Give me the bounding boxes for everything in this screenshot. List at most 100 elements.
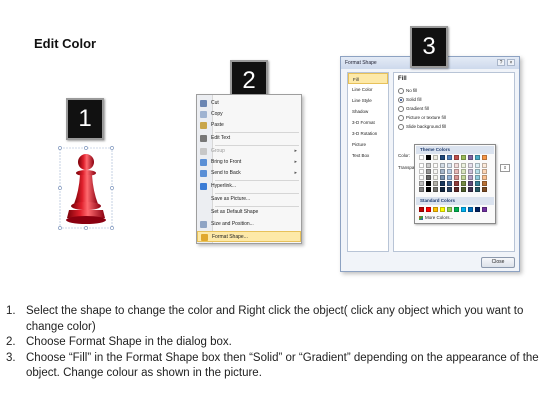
theme-color-swatch[interactable] (461, 181, 466, 186)
menu-item-cut[interactable]: Cut (197, 98, 301, 109)
close-x-button[interactable]: × (507, 59, 515, 66)
theme-color-swatch[interactable] (440, 187, 445, 192)
theme-color-swatch[interactable] (482, 181, 487, 186)
menu-item-paste[interactable]: Paste (197, 120, 301, 131)
theme-color-swatch[interactable] (447, 175, 452, 180)
theme-color-swatch[interactable] (454, 181, 459, 186)
nav-item-3d-rotation[interactable]: 3-D Rotation (348, 128, 388, 139)
theme-color-swatch[interactable] (461, 175, 466, 180)
standard-color-swatch[interactable] (433, 207, 438, 212)
menu-item-hyperlink[interactable]: Hyperlink... (197, 181, 301, 192)
theme-color-swatch[interactable] (426, 181, 431, 186)
menu-item-send-to-back[interactable]: Send to Back ▸ (197, 168, 301, 179)
theme-color-swatch[interactable] (468, 163, 473, 168)
menu-item-size-position[interactable]: Size and Position... (197, 219, 301, 230)
standard-color-swatch[interactable] (468, 207, 473, 212)
radio-slide-bg-fill[interactable]: Slide background fill (398, 123, 446, 131)
theme-color-swatch[interactable] (475, 187, 480, 192)
theme-color-swatch[interactable] (475, 169, 480, 174)
theme-color-swatch[interactable] (419, 187, 424, 192)
nav-item-picture[interactable]: Picture (348, 139, 388, 150)
theme-color-swatch[interactable] (440, 163, 445, 168)
theme-color-swatch[interactable] (454, 187, 459, 192)
theme-color-swatch[interactable] (447, 163, 452, 168)
theme-color-swatch[interactable] (440, 175, 445, 180)
theme-color-swatch[interactable] (419, 181, 424, 186)
nav-item-line-color[interactable]: Line Color (348, 84, 388, 95)
theme-color-swatch[interactable] (461, 163, 466, 168)
help-button[interactable]: ? (497, 59, 505, 66)
close-button[interactable]: Close (481, 257, 515, 268)
theme-color-swatch[interactable] (433, 175, 438, 180)
more-colors-link[interactable]: More Colors... (419, 215, 453, 220)
theme-color-swatch[interactable] (433, 155, 438, 160)
menu-item-group[interactable]: Group ▸ (197, 146, 301, 157)
menu-item-edit-text[interactable]: Edit Text (197, 133, 301, 144)
nav-item-line-style[interactable]: Line Style (348, 95, 388, 106)
theme-color-swatch[interactable] (454, 163, 459, 168)
standard-color-swatch[interactable] (454, 207, 459, 212)
nav-item-shadow[interactable]: Shadow (348, 106, 388, 117)
menu-item-bring-to-front[interactable]: Bring to Front ▸ (197, 157, 301, 168)
theme-color-swatch[interactable] (440, 181, 445, 186)
theme-color-swatch[interactable] (419, 175, 424, 180)
radio-solid-fill[interactable]: Solid fill (398, 96, 422, 104)
radio-picture-fill[interactable]: Picture or texture fill (398, 114, 446, 122)
menu-item-copy[interactable]: Copy (197, 109, 301, 120)
theme-color-swatch[interactable] (440, 169, 445, 174)
menu-item-set-default[interactable]: Set as Default Shape (197, 207, 301, 218)
theme-color-swatch[interactable] (447, 187, 452, 192)
theme-color-swatch[interactable] (468, 181, 473, 186)
transparency-spinner[interactable]: ⇕ (500, 164, 510, 172)
theme-color-swatch[interactable] (468, 175, 473, 180)
theme-color-swatch[interactable] (475, 181, 480, 186)
standard-color-swatch[interactable] (419, 207, 424, 212)
theme-color-swatch[interactable] (475, 155, 480, 160)
standard-color-swatch[interactable] (440, 207, 445, 212)
theme-color-swatch[interactable] (454, 169, 459, 174)
theme-color-swatch[interactable] (426, 163, 431, 168)
standard-color-swatch[interactable] (475, 207, 480, 212)
theme-color-swatch[interactable] (482, 163, 487, 168)
nav-item-3d-format[interactable]: 3-D Format (348, 117, 388, 128)
theme-color-swatch[interactable] (482, 155, 487, 160)
theme-color-swatch[interactable] (461, 169, 466, 174)
theme-color-swatch[interactable] (433, 169, 438, 174)
menu-item-format-shape[interactable]: Format Shape... (197, 231, 301, 242)
menu-item-save-as-picture[interactable]: Save as Picture... (197, 194, 301, 205)
theme-color-swatch[interactable] (454, 175, 459, 180)
theme-color-swatch[interactable] (447, 169, 452, 174)
theme-color-swatch[interactable] (468, 187, 473, 192)
pawn-shape[interactable] (58, 146, 114, 232)
radio-gradient-fill[interactable]: Gradient fill (398, 105, 429, 113)
theme-color-swatch[interactable] (419, 163, 424, 168)
theme-color-swatch[interactable] (461, 155, 466, 160)
theme-color-swatch[interactable] (426, 155, 431, 160)
radio-no-fill[interactable]: No fill (398, 87, 417, 95)
theme-color-swatch[interactable] (433, 181, 438, 186)
standard-color-swatch[interactable] (461, 207, 466, 212)
theme-color-swatch[interactable] (468, 169, 473, 174)
theme-color-swatch[interactable] (454, 155, 459, 160)
theme-color-swatch[interactable] (475, 163, 480, 168)
theme-color-swatch[interactable] (426, 187, 431, 192)
theme-color-swatch[interactable] (447, 155, 452, 160)
theme-color-swatch[interactable] (461, 187, 466, 192)
theme-color-swatch[interactable] (468, 155, 473, 160)
standard-color-swatch[interactable] (426, 207, 431, 212)
theme-color-swatch[interactable] (433, 187, 438, 192)
nav-item-fill[interactable]: Fill (348, 73, 388, 84)
theme-color-swatch[interactable] (426, 169, 431, 174)
theme-color-swatch[interactable] (482, 169, 487, 174)
theme-color-swatch[interactable] (447, 181, 452, 186)
theme-color-swatch[interactable] (419, 155, 424, 160)
standard-color-swatch[interactable] (482, 207, 487, 212)
theme-color-swatch[interactable] (475, 175, 480, 180)
theme-color-swatch[interactable] (426, 175, 431, 180)
theme-color-swatch[interactable] (419, 169, 424, 174)
nav-item-text-box[interactable]: Text Box (348, 150, 388, 161)
theme-color-swatch[interactable] (482, 187, 487, 192)
theme-color-swatch[interactable] (433, 163, 438, 168)
theme-color-swatch[interactable] (482, 175, 487, 180)
standard-color-swatch[interactable] (447, 207, 452, 212)
